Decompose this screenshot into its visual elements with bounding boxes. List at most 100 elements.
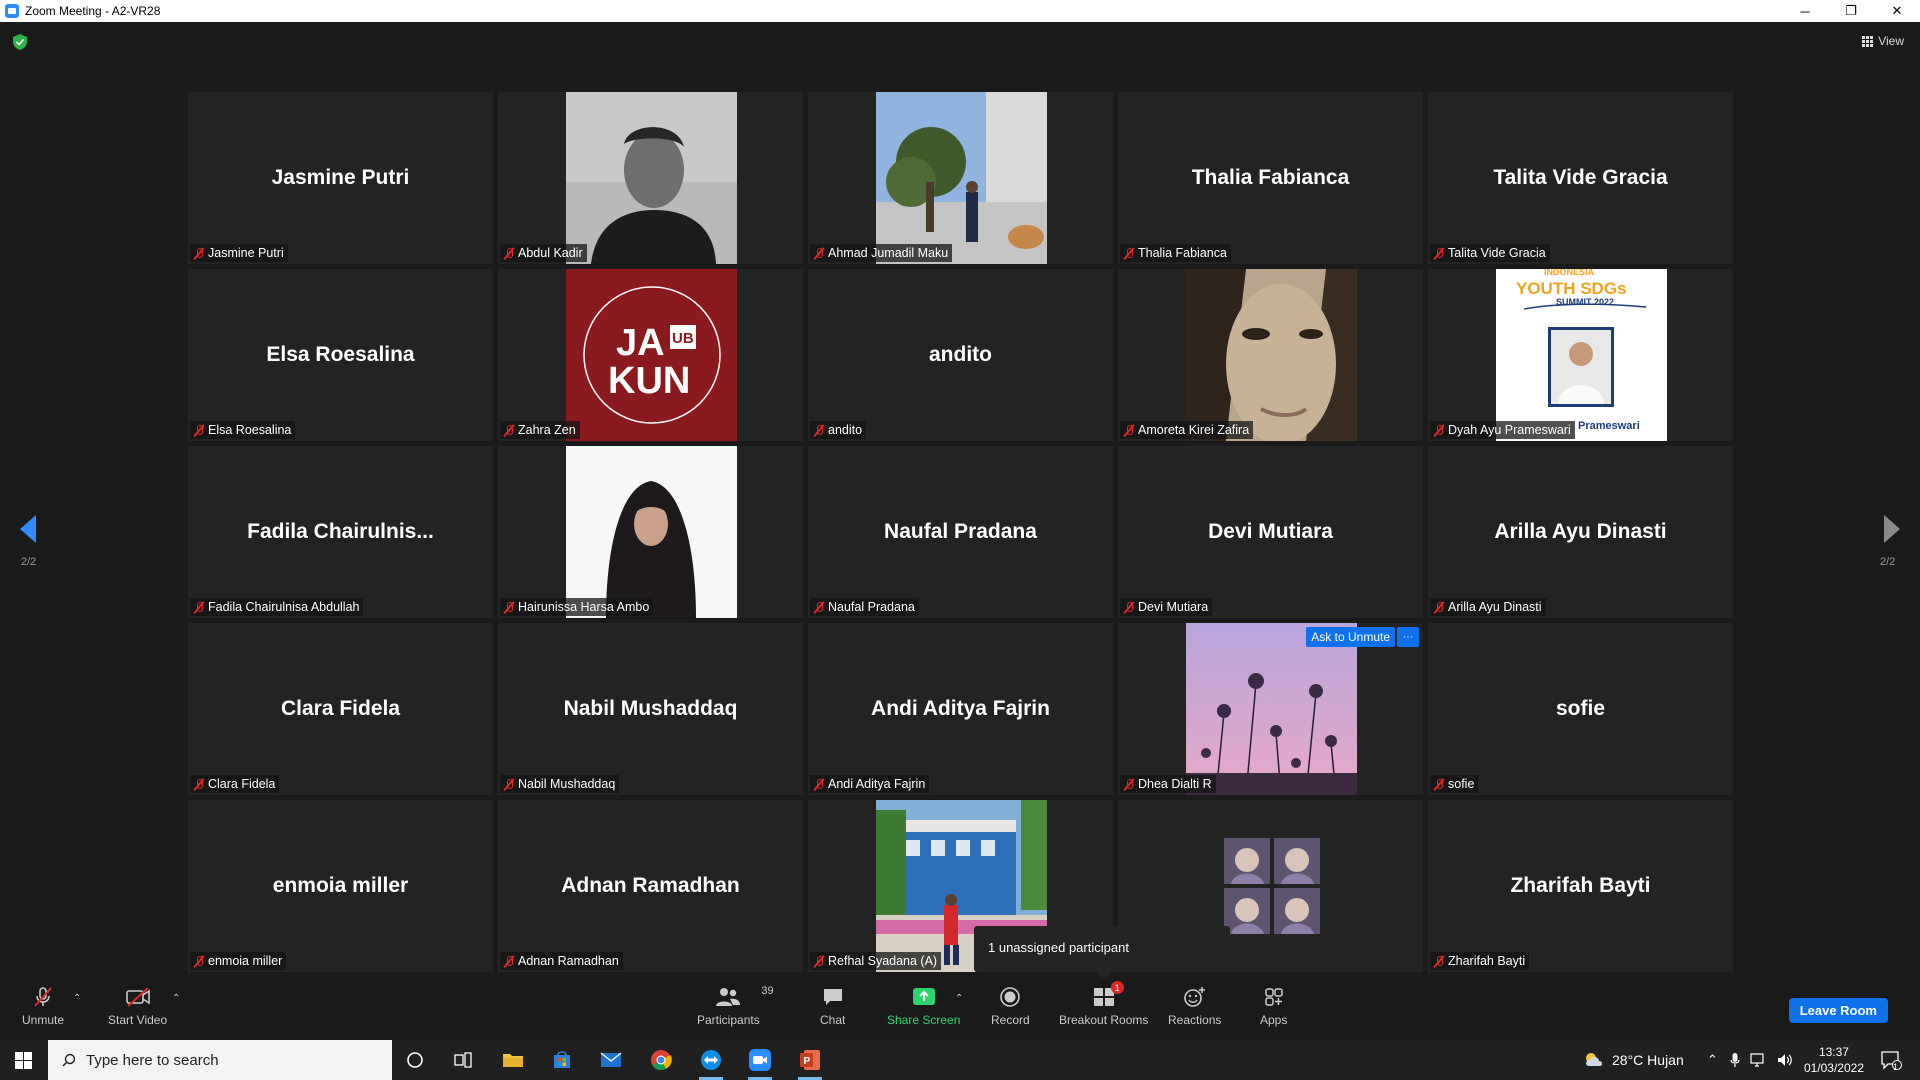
breakout-rooms-button[interactable]: 1 Breakout Rooms [1059,981,1149,1027]
close-button[interactable]: ✕ [1874,0,1920,22]
show-hidden-icons-chevron-icon[interactable]: ⌃ [1707,1052,1718,1068]
notification-center[interactable]: 1 [1880,1040,1902,1080]
participant-tile[interactable]: Amoreta Kirei Zafira [1118,269,1423,441]
teamviewer-icon[interactable] [697,1046,725,1080]
participant-tile[interactable]: Talita Vide Gracia Talita Vide Gracia [1428,92,1733,264]
unmute-button[interactable]: Unmute [22,985,64,1027]
chat-button[interactable]: Chat [820,985,845,1027]
network-icon[interactable] [1750,1052,1768,1068]
reactions-button[interactable]: Reactions [1168,985,1221,1027]
participant-tile[interactable]: Ahmad Jumadil Maku [808,92,1113,264]
previous-page-arrow-icon[interactable] [20,515,36,543]
chrome-icon[interactable] [647,1046,675,1074]
windows-taskbar: Type here to search P 28°C Hujan ⌃ 13:37… [0,1040,1920,1080]
participants-button[interactable]: 39 Participants [697,985,774,1027]
weather-widget[interactable]: 28°C Hujan [1583,1040,1684,1080]
participant-video-outdoor-tree [875,92,1047,264]
participant-name-text: Thalia Fabianca [1138,246,1227,260]
gallery-grid: Jasmine Putri Jasmine Putri Abdul Kadir Ahm… [188,92,1734,972]
participant-tile[interactable]: JA UB KUN Zahra Zen [498,269,803,441]
next-page-arrow-icon[interactable] [1884,515,1900,543]
participant-tile[interactable]: Thalia Fabianca Thalia Fabianca [1118,92,1423,264]
muted-microphone-icon [503,778,515,791]
muted-microphone-icon [503,247,515,260]
participant-name-label: Zharifah Bayti [1430,952,1530,970]
participant-tile[interactable]: Arilla Ayu Dinasti Arilla Ayu Dinasti [1428,446,1733,618]
zoom-taskbar-icon[interactable] [746,1046,774,1080]
participant-tile[interactable]: Adnan Ramadhan Adnan Ramadhan [498,800,803,972]
search-icon [62,1053,76,1067]
powerpoint-icon[interactable]: P [796,1046,824,1080]
participant-name-text: Naufal Pradana [828,600,915,614]
participant-tile[interactable]: Fadila Chairulnis... Fadila Chairulnisa A… [188,446,493,618]
participant-display-name: sofie [1555,697,1605,720]
meeting-area: View 2/2 2/2 Jasmine Putri Jasmine Putri A… [0,22,1920,980]
ask-to-unmute-button[interactable]: Ask to Unmute [1306,627,1395,647]
weather-text: 28°C Hujan [1612,1052,1684,1068]
participant-display-name: Talita Vide Gracia [1493,166,1668,189]
participant-name-label: andito [810,421,867,439]
share-screen-button[interactable]: Share Screen [887,985,960,1027]
participant-tile[interactable]: Abdul Kadir [498,92,803,264]
muted-microphone-icon [1123,601,1135,614]
participant-name-label: Nabil Mushaddaq [500,775,620,793]
participant-tile[interactable]: Zharifah Bayti Zharifah Bayti [1428,800,1733,972]
muted-microphone-icon [813,778,825,791]
participant-display-name: Nabil Mushaddaq [563,697,738,720]
clock-date: 01/03/2022 [1803,1061,1864,1075]
participant-tile[interactable]: Devi Mutiara Devi Mutiara [1118,446,1423,618]
microphone-tray-icon[interactable] [1730,1052,1740,1068]
participant-tile[interactable]: enmoia miller enmoia miller [188,800,493,972]
task-view-icon[interactable] [449,1046,477,1074]
muted-microphone-icon [1433,601,1445,614]
taskbar-search-input[interactable]: Type here to search [48,1040,392,1080]
audio-options-caret-icon[interactable]: ⌃ [73,993,81,1004]
participant-name-label: Andi Aditya Fajrin [810,775,930,793]
cortana-icon[interactable] [401,1046,429,1074]
participant-tile[interactable]: Dhea Dialti R Ask to Unmute ··· [1118,623,1423,795]
encryption-shield-icon[interactable] [13,34,27,50]
participant-display-name: Clara Fidela [280,697,401,720]
apps-button[interactable]: Apps [1260,985,1287,1027]
participant-tile[interactable]: Elsa Roesalina Elsa Roesalina [188,269,493,441]
video-options-caret-icon[interactable]: ⌃ [172,993,180,1004]
muted-microphone-icon [1123,778,1135,791]
more-options-button[interactable]: ··· [1397,627,1419,647]
breakout-rooms-label: Breakout Rooms [1059,1013,1149,1027]
volume-icon[interactable] [1776,1052,1794,1068]
participant-tile[interactable]: Andi Aditya Fajrin Andi Aditya Fajrin [808,623,1113,795]
participant-name-label: Dyah Ayu Prameswari [1430,421,1575,439]
participant-name-text: Fadila Chairulnisa Abdullah [208,600,360,614]
muted-microphone-icon [193,955,205,968]
muted-microphone-icon [193,247,205,260]
participant-tile[interactable]: andito andito [808,269,1113,441]
participant-display-name: Andi Aditya Fajrin [871,697,1050,720]
leave-room-button[interactable]: Leave Room [1788,998,1888,1023]
participant-tile[interactable]: Hairunissa Harsa Ambo [498,446,803,618]
participant-tile[interactable]: sofie sofie [1428,623,1733,795]
share-options-caret-icon[interactable]: ⌃ [955,993,963,1004]
muted-microphone-icon [1433,778,1445,791]
participant-tile[interactable]: Clara Fidela Clara Fidela [188,623,493,795]
participant-tile[interactable]: Jasmine Putri Jasmine Putri [188,92,493,264]
record-button[interactable]: Record [991,985,1030,1027]
participant-name-label: Elsa Roesalina [190,421,296,439]
muted-microphone-icon [503,424,515,437]
participant-tile[interactable]: Nabil Mushaddaq Nabil Mushaddaq [498,623,803,795]
participant-tile[interactable]: Naufal Pradana Naufal Pradana [808,446,1113,618]
participant-name-label: Abdul Kadir [500,244,587,262]
file-explorer-icon[interactable] [499,1046,527,1074]
mail-icon[interactable] [597,1046,625,1074]
participant-display-name: Devi Mutiara [1208,520,1333,543]
windows-start-icon[interactable] [15,1052,32,1069]
logo-text-ub: UB [672,330,694,347]
microsoft-store-icon[interactable] [548,1046,576,1074]
view-button[interactable]: View [1862,34,1904,48]
participant-tile[interactable]: INDONESIA YOUTH SDGs SUMMIT 2022 Prameswari… [1428,269,1733,441]
start-video-button[interactable]: Start Video [108,985,167,1027]
restore-button[interactable]: ❐ [1828,0,1874,22]
participant-name-text: Abdul Kadir [518,246,583,260]
unmute-label: Unmute [22,1013,65,1027]
taskbar-clock[interactable]: 13:37 01/03/2022 [1804,1044,1864,1076]
minimize-button[interactable]: ─ [1782,0,1828,22]
